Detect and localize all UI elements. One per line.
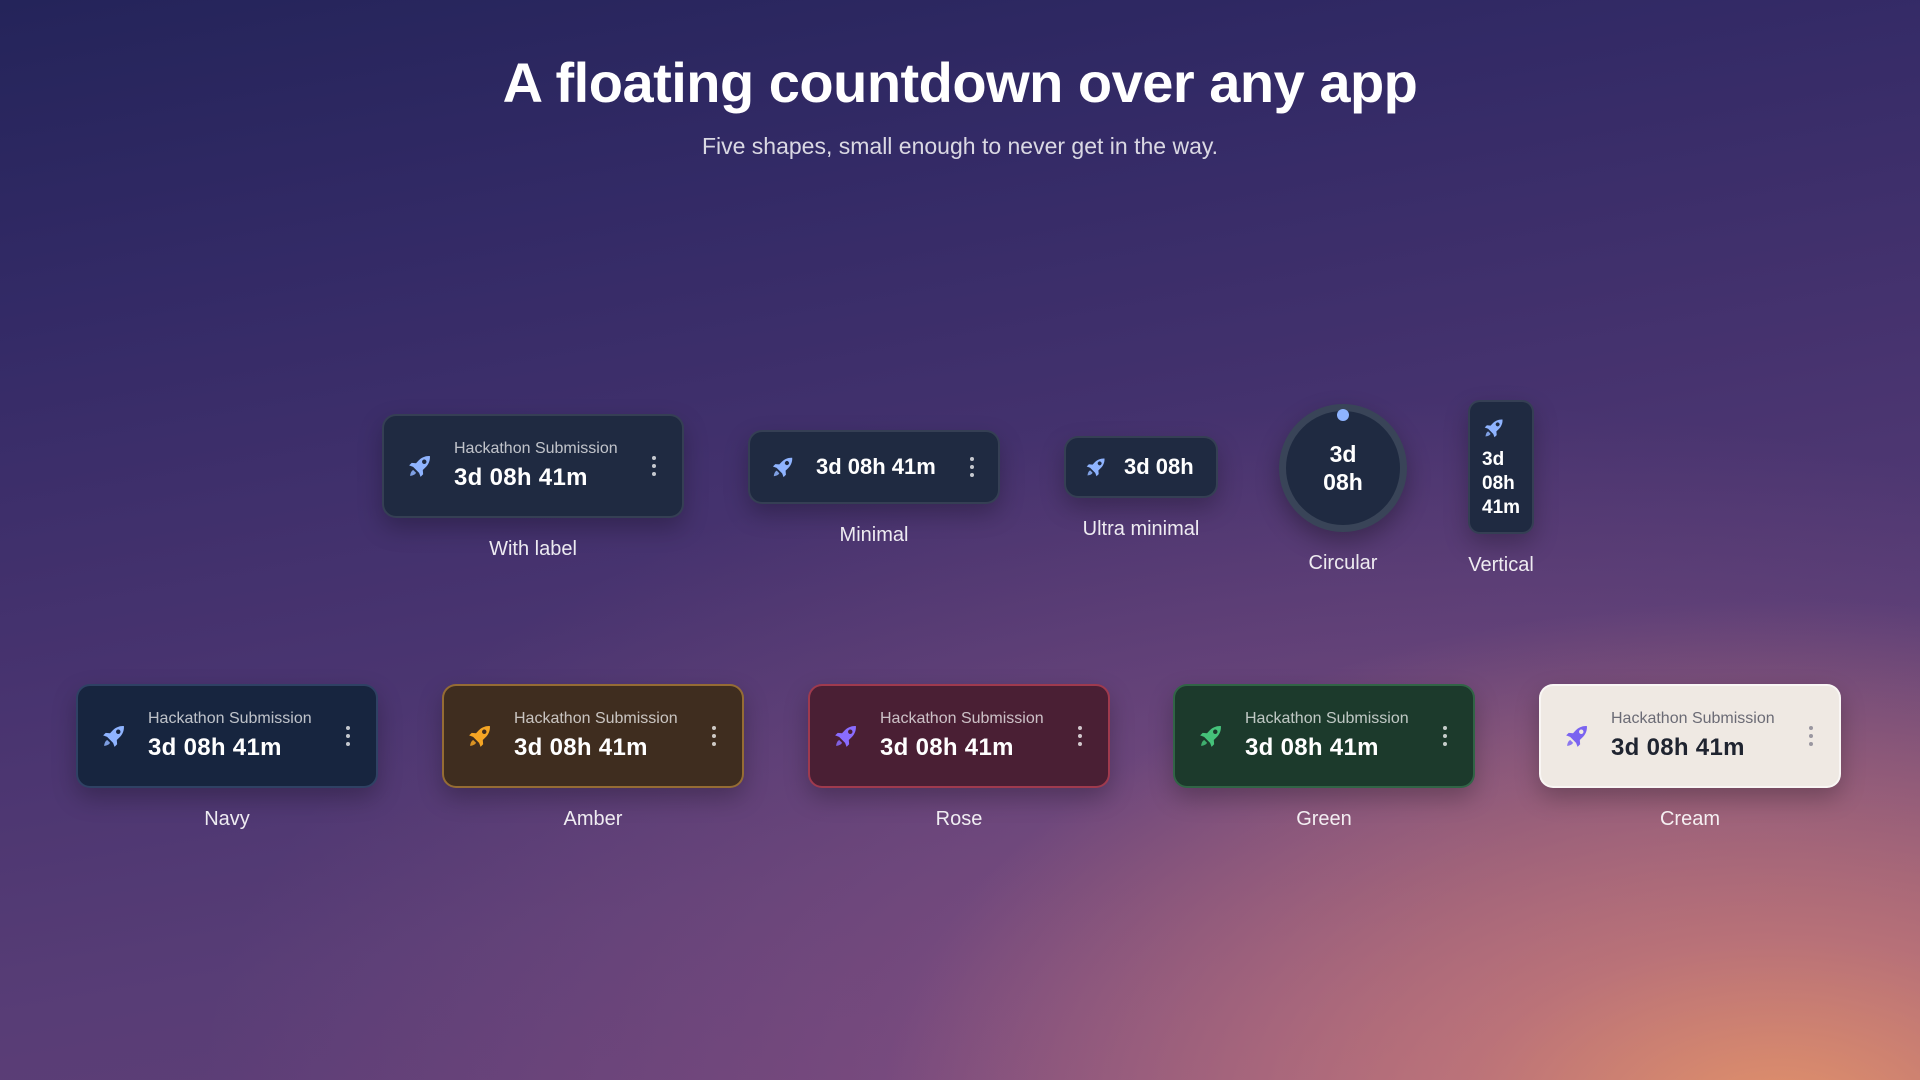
rocket-icon — [1482, 416, 1506, 440]
widget-time: 3d 08h 41m — [148, 734, 282, 761]
theme-navy: Hackathon Submission 3d 08h 41m Navy — [76, 684, 378, 831]
countdown-widget-navy[interactable]: Hackathon Submission 3d 08h 41m — [76, 684, 378, 788]
widget-label: Hackathon Submission — [454, 440, 618, 457]
rocket-icon — [1084, 455, 1108, 479]
widget-label: Hackathon Submission — [1611, 710, 1775, 727]
theme-caption: Navy — [204, 808, 250, 830]
rocket-icon — [1197, 722, 1225, 750]
shape-caption: With label — [489, 538, 577, 560]
rocket-icon — [1563, 722, 1591, 750]
shape-caption: Vertical — [1468, 554, 1534, 576]
page-subtitle: Five shapes, small enough to never get i… — [701, 133, 1219, 159]
countdown-widget-amber[interactable]: Hackathon Submission 3d 08h 41m — [442, 684, 744, 788]
theme-rose: Hackathon Submission 3d 08h 41m Rose — [808, 684, 1110, 831]
shape-caption: Minimal — [839, 524, 909, 546]
widget-label: Hackathon Submission — [148, 710, 312, 727]
shape-minimal: 3d 08h 41m Minimal — [748, 430, 1000, 547]
widget-time-hours: 08h — [1323, 469, 1363, 495]
theme-amber: Hackathon Submission 3d 08h 41m Amber — [442, 684, 744, 831]
countdown-widget-green[interactable]: Hackathon Submission 3d 08h 41m — [1173, 684, 1475, 788]
rocket-icon — [100, 722, 128, 750]
countdown-widget-minimal[interactable]: 3d 08h 41m — [748, 430, 1000, 504]
countdown-widget-rose[interactable]: Hackathon Submission 3d 08h 41m — [808, 684, 1110, 788]
countdown-widget-ultra-minimal[interactable]: 3d 08h — [1064, 436, 1218, 498]
more-vertical-icon[interactable] — [1074, 724, 1086, 748]
more-vertical-icon[interactable] — [966, 455, 978, 479]
more-vertical-icon[interactable] — [648, 454, 660, 478]
widget-time: 3d 08h 41m — [1245, 734, 1379, 761]
theme-cream: Hackathon Submission 3d 08h 41m Cream — [1539, 684, 1841, 831]
theme-caption: Cream — [1659, 808, 1720, 830]
page-title: A floating countdown over any app — [502, 51, 1418, 114]
theme-caption: Amber — [563, 808, 623, 830]
more-vertical-icon[interactable] — [1439, 724, 1451, 748]
widget-time-hours: 08h — [1482, 473, 1515, 494]
countdown-widget-circular[interactable]: 3d 08h — [1279, 404, 1407, 532]
widget-time: 3d 08h 41m — [454, 464, 588, 491]
more-vertical-icon[interactable] — [342, 724, 354, 748]
theme-caption: Green — [1296, 808, 1352, 830]
widget-time-minutes: 41m — [1482, 497, 1521, 518]
widget-time: 3d 08h — [1124, 454, 1194, 479]
rocket-icon — [406, 452, 434, 480]
progress-dot — [1337, 409, 1349, 421]
theme-green: Hackathon Submission 3d 08h 41m Green — [1173, 684, 1475, 831]
widget-label: Hackathon Submission — [1245, 710, 1409, 727]
rocket-icon — [466, 722, 494, 750]
widget-time: 3d 08h 41m — [514, 734, 648, 761]
widget-time-days: 3d — [1329, 441, 1357, 467]
countdown-widget-vertical[interactable]: 3d 08h 41m — [1468, 400, 1534, 534]
theme-caption: Rose — [935, 808, 983, 830]
widget-time: 3d 08h 41m — [816, 454, 936, 479]
shape-caption: Ultra minimal — [1082, 518, 1200, 540]
shape-vertical: 3d 08h 41m Vertical — [1468, 400, 1534, 577]
widget-label: Hackathon Submission — [880, 710, 1044, 727]
widget-time: 3d 08h 41m — [1611, 734, 1745, 761]
widget-time-days: 3d — [1482, 449, 1505, 470]
shape-with-label: Hackathon Submission 3d 08h 41m With lab… — [382, 414, 684, 561]
rocket-icon — [770, 454, 796, 480]
widget-time: 3d 08h 41m — [880, 734, 1014, 761]
countdown-widget-cream[interactable]: Hackathon Submission 3d 08h 41m — [1539, 684, 1841, 788]
more-vertical-icon[interactable] — [708, 724, 720, 748]
shape-circular: 3d 08h Circular — [1279, 404, 1407, 575]
more-vertical-icon[interactable] — [1805, 724, 1817, 748]
countdown-widget-with-label[interactable]: Hackathon Submission 3d 08h 41m — [382, 414, 684, 518]
widget-label: Hackathon Submission — [514, 710, 678, 727]
rocket-icon — [832, 722, 860, 750]
shape-caption: Circular — [1308, 552, 1378, 574]
shape-ultra-minimal: 3d 08h Ultra minimal — [1064, 436, 1218, 541]
